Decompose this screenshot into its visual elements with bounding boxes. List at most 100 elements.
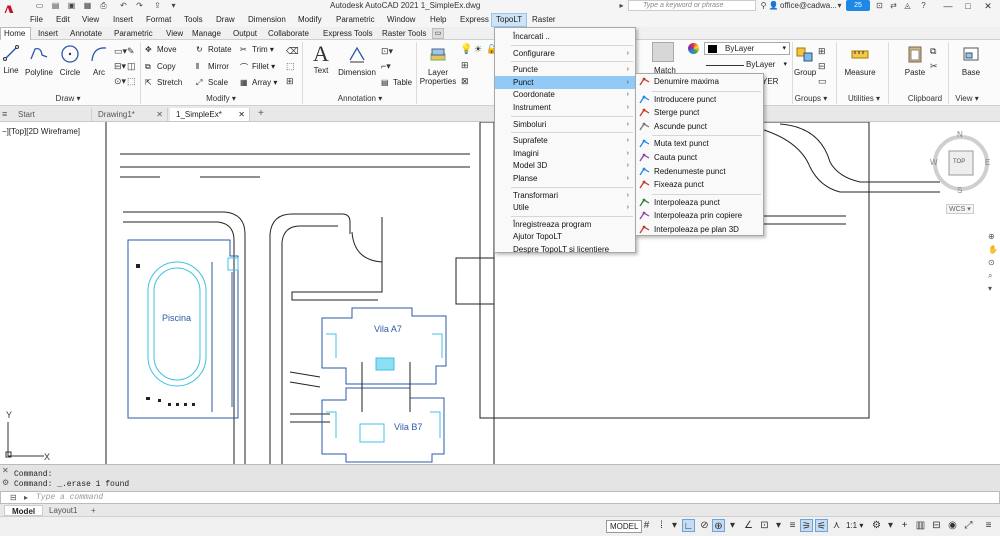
ribbon-tab-collaborate[interactable]: Collaborate <box>268 29 309 38</box>
clipboard-extra-icons[interactable]: ⧉ ✂ <box>930 44 938 74</box>
punct-menu-item[interactable]: Denumire maxima <box>636 75 763 88</box>
ribbon-minimize-icon[interactable]: ▭ <box>432 28 444 39</box>
topolt-menu-item[interactable]: Suprafete › <box>495 134 635 147</box>
save-as-icon[interactable]: ▦ <box>82 1 93 11</box>
doc-tab-start[interactable]: Start <box>12 108 92 121</box>
ribbon-tab-manage[interactable]: Manage <box>192 29 221 38</box>
punct-menu-item[interactable]: Ascunde punct <box>636 120 763 133</box>
group-extra-icons[interactable]: ⊞ ⊟ ▭ <box>818 44 827 89</box>
model-space-toggle[interactable]: MODEL <box>606 520 643 533</box>
command-customize-icon[interactable]: ⊟ <box>10 493 17 502</box>
measure-tool[interactable]: Measure <box>842 44 878 77</box>
exchange-icon[interactable]: ⇄ <box>888 1 899 11</box>
isodraft-dropdown-icon[interactable]: ▾ <box>726 519 739 532</box>
menu-parametric[interactable]: Parametric <box>336 15 375 24</box>
menu-view[interactable]: View <box>82 15 99 24</box>
topolt-menu-item[interactable]: Model 3D › <box>495 159 635 172</box>
undo-icon[interactable]: ↶ <box>118 1 129 11</box>
customize-status-icon[interactable]: ≡ <box>982 519 995 532</box>
command-close-icon[interactable]: ✕ <box>2 466 9 475</box>
annotation-panel-title[interactable]: Annotation ▾ <box>330 94 390 103</box>
layer-dropdown-fragment[interactable]: YER <box>762 77 778 86</box>
open-file-icon[interactable]: ▤ <box>50 1 61 11</box>
layer-match-icon[interactable]: ⊠ <box>461 76 469 87</box>
grid-icon[interactable]: # <box>640 519 653 532</box>
new-tab-icon[interactable]: + <box>258 108 264 119</box>
dimension-tool[interactable]: Dimension <box>336 44 378 77</box>
osnap-tracking-icon[interactable]: ∠ <box>742 519 755 532</box>
viewcube-top-face[interactable]: TOP <box>953 159 965 165</box>
menu-format[interactable]: Format <box>146 15 171 24</box>
topolt-menu-item[interactable]: Planse › <box>495 172 635 185</box>
topolt-menu-item[interactable]: Punct › <box>495 75 635 89</box>
topolt-menu-item[interactable]: Încarcati .. <box>495 30 635 43</box>
group-tool[interactable]: Group <box>794 44 816 77</box>
annotation-scale-icon[interactable]: ⋏ <box>830 519 843 532</box>
draw-extra-icons-2[interactable]: ✎ ◫ ⬚ <box>127 44 136 89</box>
ribbon-tab-express[interactable]: Express Tools <box>323 29 373 38</box>
table-tool[interactable]: ▤ Table <box>381 78 412 87</box>
menu-window[interactable]: Window <box>387 15 415 24</box>
topolt-menu-item[interactable]: Imagini › <box>495 147 635 160</box>
clipboard-panel-title[interactable]: Clipboard <box>904 94 946 103</box>
paste-tool[interactable]: Paste <box>902 44 928 77</box>
trim-tool[interactable]: ✂ Trim ▾ <box>240 45 274 54</box>
menu-file[interactable]: File <box>30 15 43 24</box>
fullscreen-icon[interactable]: ⤢ <box>962 519 975 532</box>
modify-panel-title[interactable]: Modify ▾ <box>196 94 246 103</box>
annotation-visibility-icon[interactable]: ⚞ <box>800 519 813 532</box>
color-wheel-icon[interactable] <box>688 43 699 54</box>
menu-tools[interactable]: Tools <box>184 15 203 24</box>
doc-tab-drawing1[interactable]: Drawing1* ✕ <box>92 108 168 121</box>
viewcube-north[interactable]: N <box>957 130 963 139</box>
topolt-menu-item[interactable]: Configurare › <box>495 47 635 60</box>
match-properties-icon[interactable] <box>652 42 674 62</box>
layer-properties-tool[interactable]: Layer Properties <box>418 44 458 86</box>
topolt-menu-item[interactable]: Ajutor TopoLT <box>495 230 635 243</box>
base-view-tool[interactable]: Base <box>958 44 984 77</box>
polyline-tool[interactable]: Polyline <box>24 44 54 77</box>
viewcube-south[interactable]: S <box>957 186 962 195</box>
menu-topolt[interactable]: TopoLT <box>496 15 522 24</box>
ribbon-tab-home[interactable]: Home <box>4 29 25 38</box>
punct-menu-item[interactable]: Muta text punct <box>636 137 763 150</box>
viewcube[interactable]: N S E W TOP WCS ▾ <box>928 128 994 218</box>
quick-properties-icon[interactable]: ⊟ <box>930 519 943 532</box>
layout-tab-layout1[interactable]: Layout1 <box>42 505 84 516</box>
ribbon-tab-insert[interactable]: Insert <box>38 29 58 38</box>
auto-scale-icon[interactable]: ⚟ <box>815 519 828 532</box>
viewport-controls-label[interactable]: −][Top][2D Wireframe] <box>2 127 80 136</box>
ribbon-tab-raster[interactable]: Raster Tools <box>382 29 426 38</box>
linetype-dropdown[interactable]: ByLayer ▾ <box>704 59 790 72</box>
topolt-menu-item[interactable]: Transformari › <box>495 189 635 202</box>
move-tool[interactable]: ✥ Move <box>145 45 177 54</box>
ribbon-tab-view[interactable]: View <box>166 29 183 38</box>
isodraft-icon[interactable]: ⊕ <box>712 519 725 532</box>
menu-edit[interactable]: Edit <box>56 15 70 24</box>
circle-tool[interactable]: Circle <box>58 44 82 77</box>
navigation-bar[interactable]: ⊕ ✋ ⊙ ⌕ ▾ <box>988 230 998 310</box>
user-name[interactable]: office@cadwa... <box>780 1 837 10</box>
osnap-dropdown-icon[interactable]: ▾ <box>772 519 785 532</box>
command-input[interactable]: Type a command <box>36 493 103 502</box>
view-panel-title[interactable]: View ▾ <box>952 94 982 103</box>
topolt-menu-item[interactable]: Despre TopoLT si licentiere <box>495 243 635 256</box>
qat-dropdown-icon[interactable]: ▾ <box>168 1 179 11</box>
line-tool[interactable]: Line <box>2 44 20 75</box>
doc-tabs-menu-icon[interactable]: ≡ <box>2 109 7 119</box>
fillet-tool[interactable]: ⌒ Fillet ▾ <box>240 62 275 72</box>
search-input[interactable]: Type a keyword or phrase <box>628 0 756 11</box>
command-recent-icon[interactable]: ▸ <box>24 493 28 502</box>
user-icon[interactable]: 👤 <box>768 1 779 11</box>
workspace-gear-icon[interactable]: ⚙ <box>870 519 883 532</box>
command-settings-icon[interactable]: ⚙ <box>2 478 9 487</box>
ortho-icon[interactable]: ∟ <box>682 519 695 532</box>
minimize-button[interactable]: — <box>938 0 958 13</box>
topolt-menu-item[interactable]: Puncte › <box>495 63 635 76</box>
new-file-icon[interactable]: ▭ <box>34 1 45 11</box>
punct-menu-item[interactable]: Interpoleaza punct <box>636 196 763 209</box>
units-icon[interactable]: ▥ <box>914 519 927 532</box>
snap-dropdown-icon[interactable]: ▾ <box>668 519 681 532</box>
redo-icon[interactable]: ↷ <box>134 1 145 11</box>
modify-extra-icons[interactable]: ⌫ ⬚ ⊞ <box>286 44 299 89</box>
